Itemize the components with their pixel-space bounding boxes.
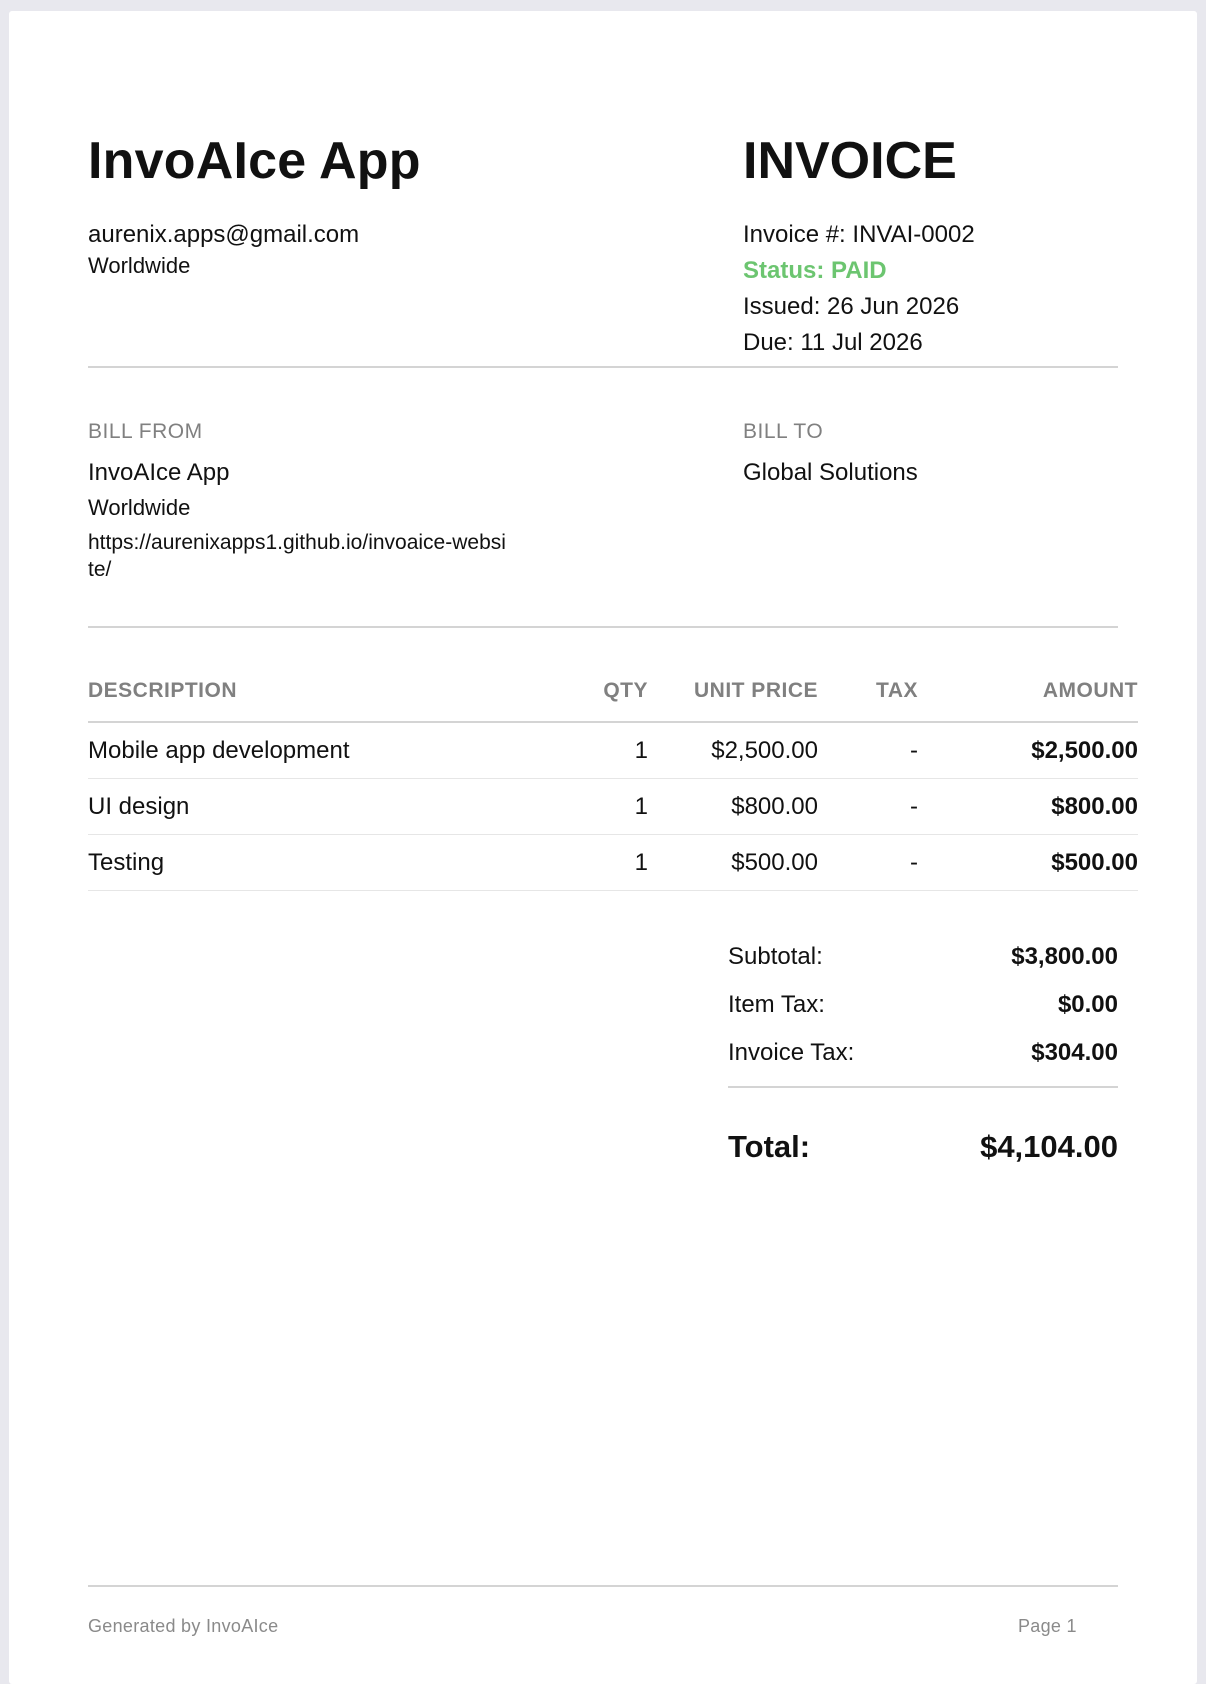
subtotal-label: Subtotal: [728, 943, 823, 970]
billing-divider [88, 626, 1118, 628]
item-unit-price: $500.00 [648, 834, 818, 891]
company-email: aurenix.apps@gmail.com [88, 221, 360, 248]
bill-from-url: https://aurenixapps1.github.io/invoaice-… [88, 531, 506, 581]
footer-generated-by: Generated by InvoAIce [88, 1616, 279, 1636]
table-row: UI design 1 $800.00 - $800.00 [88, 778, 1138, 835]
total-label: Total: [728, 1129, 811, 1164]
item-qty: 1 [548, 778, 648, 835]
item-description: UI design [88, 778, 548, 835]
total-value: $4,104.00 [980, 1129, 1118, 1164]
item-tax: - [818, 834, 938, 891]
totals-divider [728, 1086, 1118, 1088]
item-amount: $500.00 [938, 834, 1138, 891]
item-unit-price: $2,500.00 [648, 722, 818, 779]
company-region: Worldwide [88, 253, 191, 278]
item-qty: 1 [548, 834, 648, 891]
item-amount: $800.00 [938, 778, 1138, 835]
item-description: Testing [88, 834, 548, 891]
line-items-table: DESCRIPTION QTY UNIT PRICE TAX AMOUNT Mo… [88, 671, 1138, 891]
item-amount: $2,500.00 [938, 722, 1138, 779]
invoice-page: InvoAIce App aurenix.apps@gmail.com Worl… [9, 11, 1197, 1684]
invoice-tax-label: Invoice Tax: [728, 1039, 855, 1066]
item-tax-value: $0.00 [1057, 991, 1118, 1018]
issued-date: Issued: 26 Jun 2026 [743, 293, 960, 320]
bill-from-label: BILL FROM [88, 420, 203, 443]
bill-from-region: Worldwide [88, 495, 191, 520]
company-name: InvoAIce App [88, 132, 421, 190]
invoice-number: Invoice #: INVAI-0002 [743, 221, 975, 248]
document-title: INVOICE [743, 132, 957, 190]
column-header-description: DESCRIPTION [88, 671, 548, 723]
invoice-content: InvoAIce App aurenix.apps@gmail.com Worl… [88, 11, 1138, 1684]
column-header-qty: QTY [548, 671, 648, 723]
subtotal-value: $3,800.00 [1011, 943, 1118, 970]
due-date: Due: 11 Jul 2026 [743, 329, 923, 356]
table-header-row: DESCRIPTION QTY UNIT PRICE TAX AMOUNT [88, 671, 1138, 723]
item-unit-price: $800.00 [648, 778, 818, 835]
status-badge: Status: PAID [743, 257, 887, 284]
bill-to-label: BILL TO [743, 420, 824, 443]
invoice-tax-value: $304.00 [1031, 1039, 1118, 1066]
column-header-unit-price: UNIT PRICE [648, 671, 818, 723]
table-row: Mobile app development 1 $2,500.00 - $2,… [88, 722, 1138, 779]
item-tax: - [818, 778, 938, 835]
item-tax-label: Item Tax: [728, 991, 825, 1018]
item-qty: 1 [548, 722, 648, 779]
bill-from-name: InvoAIce App [88, 459, 230, 486]
footer-page-number: Page 1 [1018, 1616, 1077, 1636]
table-row: Testing 1 $500.00 - $500.00 [88, 834, 1138, 891]
column-header-tax: TAX [818, 671, 938, 723]
item-description: Mobile app development [88, 722, 548, 779]
bill-to-name: Global Solutions [743, 459, 918, 486]
item-tax: - [818, 722, 938, 779]
footer-divider [88, 1585, 1118, 1587]
column-header-amount: AMOUNT [938, 671, 1138, 723]
header-divider [88, 366, 1118, 368]
